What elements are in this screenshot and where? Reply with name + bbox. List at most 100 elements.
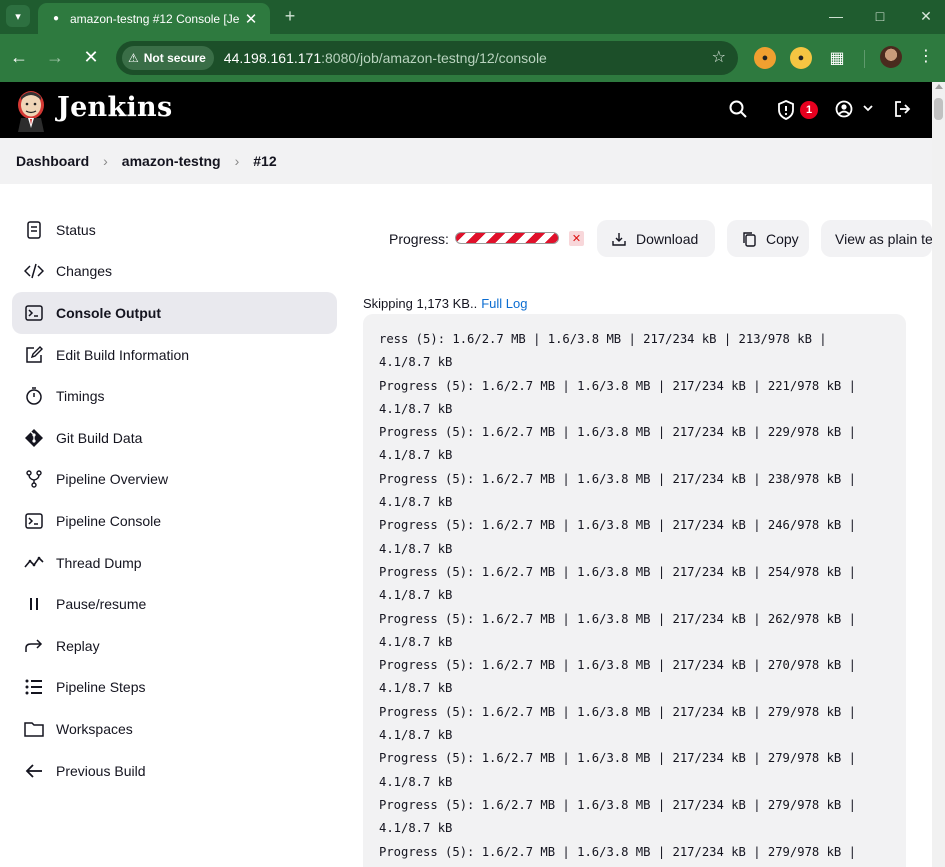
sidebar-item-pipeline-steps[interactable]: Pipeline Steps <box>12 667 337 709</box>
sidebar-item-label: Status <box>56 221 96 238</box>
console-line: 4.1/8.7 kB <box>379 634 453 649</box>
extension-icon[interactable]: ● <box>790 47 812 69</box>
sidebar-item-previous-build[interactable]: Previous Build <box>12 750 337 792</box>
jenkins-header: Jenkins 1 <box>0 82 932 138</box>
edit-icon <box>22 345 46 365</box>
console-line: ress (5): 1.6/2.7 MB | 1.6/3.8 MB | 217/… <box>379 332 827 346</box>
download-label: Download <box>636 230 699 247</box>
view-plain-text-button[interactable]: View as plain text <box>821 220 932 257</box>
tab-close-icon[interactable]: ✕ <box>242 10 260 28</box>
security-chip[interactable]: ⚠ Not secure <box>122 46 214 70</box>
breadcrumb: Dashboard › amazon-testng › #12 <box>0 138 932 184</box>
skipping-text: Skipping 1,173 KB.. <box>363 296 478 311</box>
browser-tabstrip: ▾ ● amazon-testng #12 Console [Je ✕ + — … <box>0 0 945 34</box>
arrow-left-icon <box>22 761 46 781</box>
sidebar-item-console-output[interactable]: Console Output <box>12 292 337 334</box>
scroll-up-arrow-icon[interactable] <box>935 84 943 89</box>
sidebar-item-timings[interactable]: Timings <box>12 375 337 417</box>
url-host: 44.198.161.171 <box>223 50 322 66</box>
sidebar-item-workspaces[interactable]: Workspaces <box>12 708 337 750</box>
copy-label: Copy <box>766 230 799 247</box>
sidebar-item-label: Pipeline Overview <box>56 471 169 488</box>
console-output[interactable]: ress (5): 1.6/2.7 MB | 1.6/3.8 MB | 217/… <box>363 314 906 867</box>
console-line: Progress (5): 1.6/2.7 MB | 1.6/3.8 MB | … <box>379 564 856 579</box>
stop-loading-icon[interactable]: ✕ <box>78 44 104 70</box>
search-icon[interactable] <box>729 100 747 123</box>
sidebar-item-label: Pipeline Console <box>56 512 162 529</box>
sidebar-item-thread-dump[interactable]: Thread Dump <box>12 542 337 584</box>
toolbar-divider <box>864 50 865 68</box>
jenkins-title[interactable]: Jenkins <box>57 92 172 123</box>
sidebar-item-pipeline-console[interactable]: Pipeline Console <box>12 500 337 542</box>
pause-icon <box>22 594 46 614</box>
notification-badge[interactable]: 1 <box>800 101 818 119</box>
new-tab-icon[interactable]: + <box>280 4 300 28</box>
console-line: Progress (5): 1.6/2.7 MB | 1.6/3.8 MB | … <box>379 658 856 673</box>
bookmark-star-icon[interactable]: ☆ <box>712 47 726 67</box>
scrollbar-thumb[interactable] <box>934 98 943 120</box>
address-bar[interactable]: ⚠ Not secure 44.198.161.171:8080/job/ama… <box>116 41 738 75</box>
sidebar-item-label: Git Build Data <box>56 429 143 446</box>
jenkins-logo-icon[interactable] <box>16 88 46 132</box>
browser-menu-icon[interactable]: ⋮ <box>918 46 934 66</box>
back-icon[interactable]: ← <box>6 44 32 70</box>
sidebar-item-label: Thread Dump <box>56 554 142 571</box>
sidebar-item-edit-build-information[interactable]: Edit Build Information <box>12 334 337 376</box>
console-line: Progress (5): 1.6/2.7 MB | 1.6/3.8 MB | … <box>379 751 856 766</box>
browser-tab[interactable]: ● amazon-testng #12 Console [Je ✕ <box>38 3 270 34</box>
sidebar-item-pause-resume[interactable]: Pause/resume <box>12 583 337 625</box>
download-button[interactable]: Download <box>597 220 715 257</box>
security-chip-label: Not secure <box>143 51 206 65</box>
branch-icon <box>22 469 46 489</box>
sidebar-item-status[interactable]: Status <box>12 209 337 251</box>
console-line: 4.1/8.7 kB <box>379 774 453 789</box>
console-line: 4.1/8.7 kB <box>379 541 453 556</box>
chevron-right-icon: › <box>234 153 240 169</box>
console-line: 4.1/8.7 kB <box>379 355 453 370</box>
console-line: Progress (5): 1.6/2.7 MB | 1.6/3.8 MB | … <box>379 844 856 859</box>
console-line: Progress (5): 1.6/2.7 MB | 1.6/3.8 MB | … <box>379 425 856 440</box>
sidebar-item-label: Previous Build <box>56 762 146 779</box>
view-plain-text-label: View as plain text <box>835 230 932 247</box>
page-scrollbar[interactable] <box>932 82 945 867</box>
breadcrumb-job[interactable]: amazon-testng <box>122 153 221 169</box>
sidebar-item-label: Pause/resume <box>56 596 147 613</box>
sidebar-item-changes[interactable]: Changes <box>12 251 337 293</box>
sidebar-item-pipeline-overview[interactable]: Pipeline Overview <box>12 459 337 501</box>
maximize-icon[interactable]: □ <box>865 4 895 28</box>
security-shield-icon[interactable] <box>777 100 795 125</box>
stop-build-icon[interactable]: ✕ <box>569 231 584 246</box>
sidebar-item-label: Replay <box>56 637 100 654</box>
chevron-right-icon: › <box>103 153 108 169</box>
copy-button[interactable]: Copy <box>727 220 809 257</box>
sidebar-item-replay[interactable]: Replay <box>12 625 337 667</box>
sidebar-item-git-build-data[interactable]: Git Build Data <box>12 417 337 459</box>
chevron-down-icon[interactable] <box>862 102 874 117</box>
console-line: 4.1/8.7 kB <box>379 728 453 743</box>
replay-arrow-icon <box>22 636 46 656</box>
minimize-icon[interactable]: — <box>821 4 851 28</box>
sidebar-item-label: Workspaces <box>56 720 133 737</box>
sidebar-item-label: Console Output <box>56 304 161 321</box>
breadcrumb-build[interactable]: #12 <box>253 153 276 169</box>
url-text[interactable]: 44.198.161.171:8080/job/amazon-testng/12… <box>224 50 547 66</box>
extension-icon[interactable]: ● <box>754 47 776 69</box>
console-line: Progress (5): 1.6/2.7 MB | 1.6/3.8 MB | … <box>379 471 856 486</box>
console-line: 4.1/8.7 kB <box>379 821 453 836</box>
console-line: Progress (5): 1.6/2.7 MB | 1.6/3.8 MB | … <box>379 797 856 812</box>
user-avatar-icon[interactable] <box>835 100 853 123</box>
download-icon <box>611 231 627 247</box>
terminal-icon <box>22 511 46 531</box>
progress-bar <box>455 232 559 244</box>
extensions-puzzle-icon[interactable]: ▦ <box>826 47 848 69</box>
activity-icon <box>22 553 46 573</box>
window-close-icon[interactable]: ✕ <box>911 4 941 28</box>
browser-toolbar: ← → ✕ ⚠ Not secure 44.198.161.171:8080/j… <box>0 34 945 82</box>
forward-icon[interactable]: → <box>42 44 68 70</box>
tab-search-chevron-icon[interactable]: ▾ <box>6 5 30 27</box>
profile-avatar[interactable] <box>880 46 902 68</box>
breadcrumb-dashboard[interactable]: Dashboard <box>16 153 89 169</box>
logout-icon[interactable] <box>893 100 911 123</box>
full-log-link[interactable]: Full Log <box>481 296 527 311</box>
sidebar-item-label: Pipeline Steps <box>56 679 146 696</box>
